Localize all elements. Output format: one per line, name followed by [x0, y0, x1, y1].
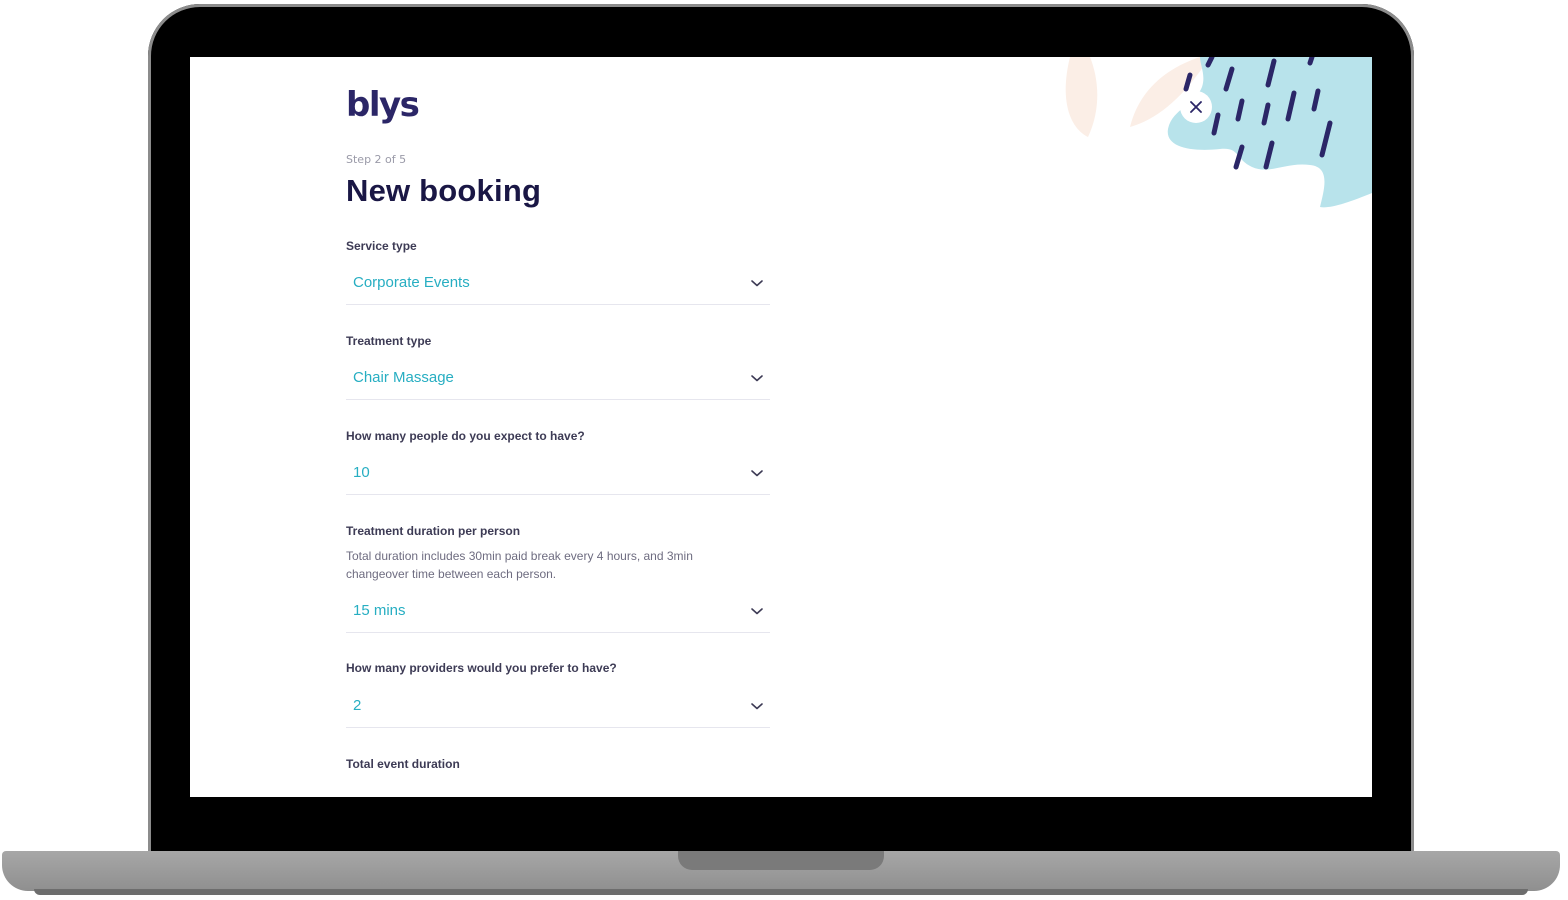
- page-title: New booking: [346, 173, 542, 208]
- treatment-duration-value: 15 mins: [353, 602, 406, 619]
- treatment-type-label: Treatment type: [346, 334, 432, 348]
- chevron-down-icon: [751, 375, 763, 382]
- service-type-select[interactable]: Corporate Events: [346, 264, 770, 305]
- people-count-label: How many people do you expect to have?: [346, 429, 585, 443]
- treatment-duration-help: Total duration includes 30min paid break…: [346, 549, 693, 581]
- treatment-type-select[interactable]: Chair Massage: [346, 359, 770, 400]
- providers-count-value: 2: [353, 697, 362, 714]
- chevron-down-icon: [751, 280, 763, 287]
- people-count-value: 10: [353, 464, 370, 481]
- booking-screen: blys Step 2 of 5 New booking Service typ…: [190, 57, 1372, 797]
- close-icon: [1190, 101, 1202, 113]
- treatment-type-value: Chair Massage: [353, 369, 454, 386]
- treatment-duration-label: Treatment duration per person: [346, 524, 521, 538]
- laptop-mockup: blys Step 2 of 5 New booking Service typ…: [0, 0, 1568, 900]
- blys-logo: blys: [346, 85, 420, 125]
- chevron-down-icon: [751, 703, 763, 710]
- providers-count-select[interactable]: 2: [346, 687, 770, 728]
- people-count-select[interactable]: 10: [346, 454, 770, 495]
- laptop-base-shadow: [34, 889, 1528, 895]
- chevron-down-icon: [751, 608, 763, 615]
- close-button[interactable]: [1180, 91, 1212, 123]
- treatment-duration-select[interactable]: 15 mins: [346, 592, 770, 633]
- providers-count-label: How many providers would you prefer to h…: [346, 661, 617, 675]
- service-type-value: Corporate Events: [353, 274, 470, 291]
- total-duration-label: Total event duration: [346, 757, 460, 771]
- chevron-down-icon: [751, 470, 763, 477]
- decorative-pattern: [1065, 57, 1372, 208]
- laptop-notch: [678, 851, 884, 870]
- service-type-label: Service type: [346, 239, 417, 253]
- step-indicator: Step 2 of 5: [346, 153, 407, 166]
